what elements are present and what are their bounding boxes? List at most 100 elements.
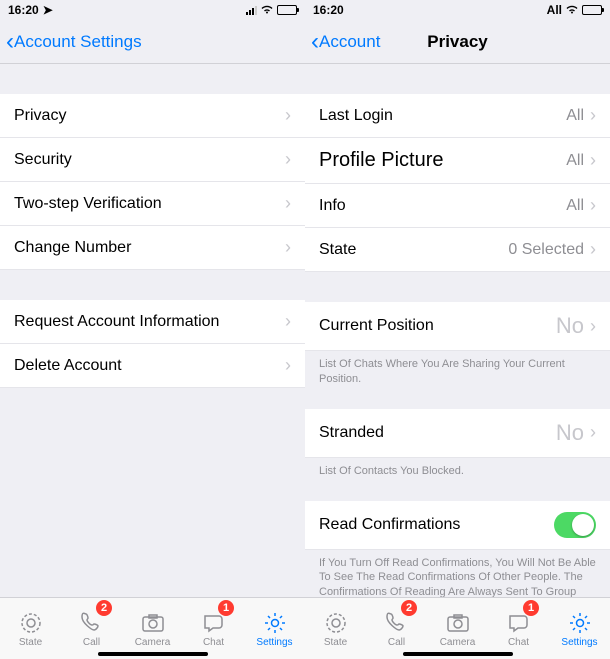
tab-settings[interactable]: Settings (244, 598, 305, 659)
chevron-right-icon: › (285, 193, 291, 214)
chevron-right-icon: › (285, 237, 291, 258)
tab-chat[interactable]: Chat 1 (488, 598, 549, 659)
tab-label: Chat (508, 637, 529, 648)
tab-state[interactable]: State (305, 598, 366, 659)
chevron-right-icon: › (590, 422, 596, 443)
status-icon (323, 610, 349, 636)
chevron-right-icon: › (285, 311, 291, 332)
tab-label: Call (388, 637, 405, 648)
cell-label: Two-step Verification (14, 195, 162, 213)
row-read-confirmations[interactable]: Read Confirmations (305, 501, 610, 550)
gear-icon (262, 610, 288, 636)
note-current-position: List Of Chats Where You Are Sharing Your… (305, 351, 610, 391)
wifi-icon (260, 3, 274, 17)
camera-icon (445, 610, 471, 636)
tab-label: Call (83, 637, 100, 648)
row-current-position[interactable]: Current Position No › (305, 302, 610, 351)
cell-value: 0 Selected (508, 241, 584, 259)
tab-label: Camera (135, 637, 171, 648)
screen-privacy: 16:20 All ‹ Account Privacy Last Login A… (305, 0, 610, 659)
back-button[interactable]: ‹ Account (311, 30, 380, 54)
cell-label: State (319, 241, 356, 259)
location-icon: ➤ (43, 3, 53, 17)
tab-camera[interactable]: Camera (427, 598, 488, 659)
cell-value: All (566, 107, 584, 125)
back-button[interactable]: ‹ Account Settings (6, 30, 142, 54)
row-last-login[interactable]: Last Login All › (305, 94, 610, 138)
cell-label: Read Confirmations (319, 516, 460, 534)
chevron-right-icon: › (590, 239, 596, 260)
back-label: Account Settings (14, 32, 142, 52)
chevron-right-icon: › (285, 355, 291, 376)
cell-label: Current Position (319, 317, 434, 335)
battery-icon (582, 5, 602, 15)
cell-label: Last Login (319, 107, 393, 125)
battery-icon (277, 5, 297, 15)
read-confirmations-toggle[interactable] (554, 512, 596, 538)
row-info[interactable]: Info All › (305, 184, 610, 228)
home-indicator (403, 652, 513, 656)
row-security[interactable]: Security › (0, 138, 305, 182)
badge: 1 (523, 600, 539, 616)
row-request-account-info[interactable]: Request Account Information › (0, 300, 305, 344)
cell-label: Request Account Information (14, 313, 219, 331)
badge: 1 (218, 600, 234, 616)
home-indicator (98, 652, 208, 656)
screen-account-settings: 16:20 ➤ ‹ Account Settings Privacy › Sec… (0, 0, 305, 659)
chevron-right-icon: › (590, 195, 596, 216)
status-time: 16:20 (8, 3, 39, 17)
page-title: Privacy (427, 32, 488, 52)
tab-label: Camera (440, 637, 476, 648)
row-state[interactable]: State 0 Selected › (305, 228, 610, 272)
row-change-number[interactable]: Change Number › (0, 226, 305, 270)
chevron-right-icon: › (285, 105, 291, 126)
tab-camera[interactable]: Camera (122, 598, 183, 659)
row-privacy[interactable]: Privacy › (0, 94, 305, 138)
back-label: Account (319, 32, 380, 52)
cell-label: Security (14, 151, 72, 169)
chevron-right-icon: › (285, 149, 291, 170)
nav-bar: ‹ Account Settings (0, 20, 305, 64)
tab-call[interactable]: Call2 (366, 598, 427, 659)
signal-icon (246, 6, 257, 15)
status-icon (18, 610, 44, 636)
row-stranded[interactable]: Stranded No › (305, 409, 610, 458)
cell-value: All (566, 152, 584, 170)
content-scroll[interactable]: Last Login All › Profile Picture All › Inf… (305, 64, 610, 659)
status-bar: 16:20 ➤ (0, 0, 305, 20)
cell-label: Profile Picture (319, 149, 444, 172)
row-two-step-verification[interactable]: Two-step Verification › (0, 182, 305, 226)
chevron-left-icon: ‹ (6, 30, 14, 54)
tab-label: State (19, 637, 42, 648)
chevron-right-icon: › (590, 150, 596, 171)
content-scroll[interactable]: Privacy › Security › Two-step Verificati… (0, 64, 305, 659)
status-bar: 16:20 All (305, 0, 610, 20)
chevron-right-icon: › (590, 316, 596, 337)
tab-label: Settings (256, 637, 292, 648)
chevron-left-icon: ‹ (311, 30, 319, 54)
cell-value: No (556, 420, 584, 446)
cell-value: All (566, 197, 584, 215)
cell-value: No (556, 313, 584, 339)
cell-label: Delete Account (14, 357, 122, 375)
tab-call[interactable]: Call2 (61, 598, 122, 659)
tab-chat[interactable]: Chat 1 (183, 598, 244, 659)
cell-label: Change Number (14, 239, 131, 257)
status-text: All (547, 3, 562, 17)
row-delete-account[interactable]: Delete Account › (0, 344, 305, 388)
camera-icon (140, 610, 166, 636)
cell-label: Info (319, 197, 346, 215)
cell-label: Stranded (319, 424, 384, 442)
tab-bar: State Call2 Camera Chat 1 Settings (0, 597, 305, 659)
wifi-icon (565, 3, 579, 17)
note-stranded: List Of Contacts You Blocked. (305, 458, 610, 483)
tab-label: Chat (203, 637, 224, 648)
status-time: 16:20 (313, 3, 344, 17)
cell-label: Privacy (14, 107, 66, 125)
row-profile-picture[interactable]: Profile Picture All › (305, 138, 610, 184)
tab-label: State (324, 637, 347, 648)
nav-bar: ‹ Account Privacy (305, 20, 610, 64)
chevron-right-icon: › (590, 105, 596, 126)
tab-settings[interactable]: Settings (549, 598, 610, 659)
tab-state[interactable]: State (0, 598, 61, 659)
